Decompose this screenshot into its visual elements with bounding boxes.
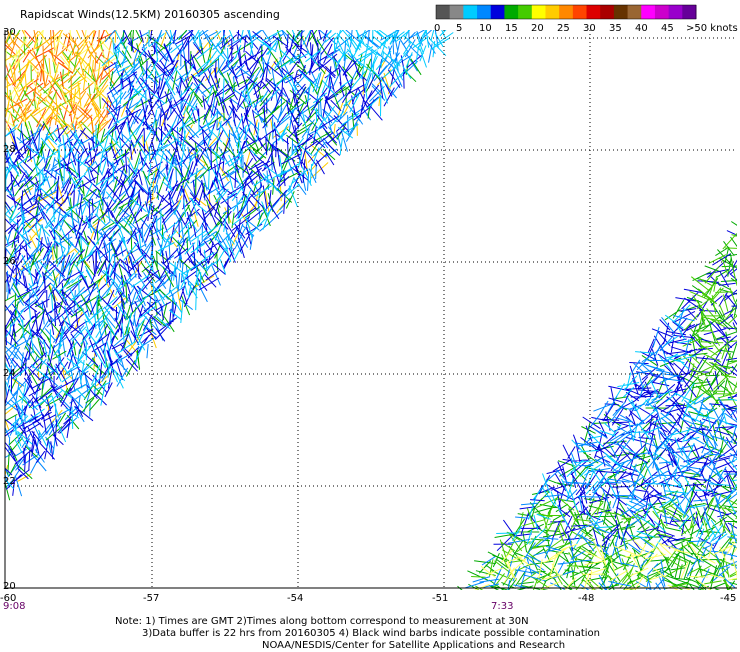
lon-label: -51 [432, 593, 448, 604]
legend-label: 25 [557, 23, 570, 34]
legend-label: 40 [635, 23, 648, 34]
note-line-2: 3)Data buffer is 22 hrs from 20160305 4)… [142, 628, 600, 640]
lon-label: -54 [287, 593, 303, 604]
legend-label: 45 [661, 23, 674, 34]
time-label-west: 9:08 [3, 601, 25, 612]
lat-label: 30 [3, 27, 16, 38]
lat-label: 22 [3, 476, 16, 487]
lon-label: -57 [143, 593, 159, 604]
legend-swatch [614, 5, 628, 19]
legend-label: >50 knots [686, 23, 738, 34]
legend-swatch [559, 5, 573, 19]
legend-swatch [545, 5, 559, 19]
legend-swatch [628, 5, 642, 19]
note-line-3: NOAA/NESDIS/Center for Satellite Applica… [262, 640, 565, 652]
swath-east [458, 222, 740, 603]
legend-swatch [463, 5, 477, 19]
legend-label: 30 [583, 23, 596, 34]
legend-label: 5 [456, 23, 462, 34]
legend-swatch [655, 5, 669, 19]
lon-label: -45 [720, 593, 736, 604]
wind-barbs [458, 222, 740, 600]
legend-label: 15 [505, 23, 518, 34]
legend-swatch [504, 5, 518, 19]
legend-swatch [641, 5, 655, 19]
legend-swatch [477, 5, 491, 19]
legend-swatch [436, 5, 450, 19]
legend-label: 20 [531, 23, 544, 34]
legend-swatch [587, 5, 601, 19]
legend-swatch [532, 5, 546, 19]
color-legend [436, 5, 697, 19]
legend-swatch [669, 5, 683, 19]
lat-label: 28 [3, 144, 16, 155]
legend-swatch [600, 5, 614, 19]
legend-swatch [682, 5, 696, 19]
swath-west [0, 20, 453, 501]
time-label-east: 7:33 [491, 601, 513, 612]
note-line-1: Note: 1) Times are GMT 2)Times along bot… [115, 616, 529, 628]
legend-label: 35 [609, 23, 622, 34]
lon-label: -48 [578, 593, 594, 604]
legend-swatch [491, 5, 505, 19]
wind-map: 30 28 26 24 22 20 -60 -57 -54 -51 -48 -4… [0, 0, 740, 650]
lat-label: 20 [3, 581, 16, 592]
lat-label: 26 [3, 256, 16, 267]
lat-label: 24 [3, 368, 16, 379]
legend-swatch [450, 5, 464, 19]
legend-label: 0 [434, 23, 440, 34]
legend-swatch [518, 5, 532, 19]
legend-swatch [573, 5, 587, 19]
legend-label: 10 [479, 23, 492, 34]
